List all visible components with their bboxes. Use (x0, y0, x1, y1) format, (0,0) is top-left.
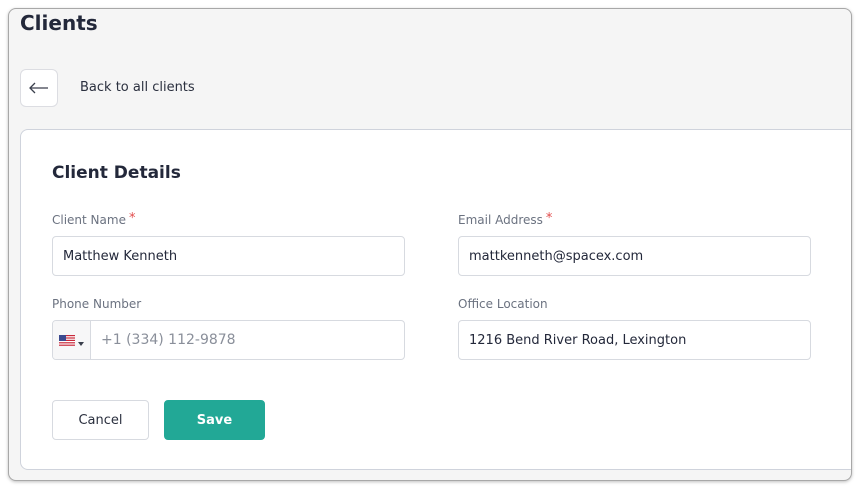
country-select[interactable] (53, 321, 91, 359)
arrow-left-icon (29, 79, 49, 98)
phone-field (52, 320, 405, 360)
required-mark: * (128, 211, 136, 226)
client-name-label-text: Client Name (52, 213, 126, 227)
page-title: Clients (20, 11, 98, 35)
phone-label: Phone Number (52, 297, 142, 311)
us-flag-icon (59, 331, 75, 350)
office-label: Office Location (458, 297, 548, 311)
required-mark: * (545, 211, 553, 226)
card-title: Client Details (52, 163, 181, 183)
email-label-text: Email Address (458, 213, 543, 227)
save-button[interactable]: Save (164, 400, 265, 440)
app-window: Clients Back to all clients Client Detai… (8, 8, 852, 481)
email-input[interactable] (458, 236, 811, 276)
client-name-label: Client Name * (52, 211, 136, 229)
cancel-button[interactable]: Cancel (52, 400, 149, 440)
chevron-down-icon (78, 331, 84, 350)
client-name-input[interactable] (52, 236, 405, 276)
client-details-card: Client Details Client Name* Email Addres… (20, 129, 851, 470)
office-location-input[interactable] (458, 320, 811, 360)
back-button[interactable] (20, 69, 58, 107)
back-link[interactable]: Back to all clients (80, 79, 195, 97)
email-label: Email Address * (458, 211, 553, 229)
phone-input[interactable] (91, 321, 404, 359)
